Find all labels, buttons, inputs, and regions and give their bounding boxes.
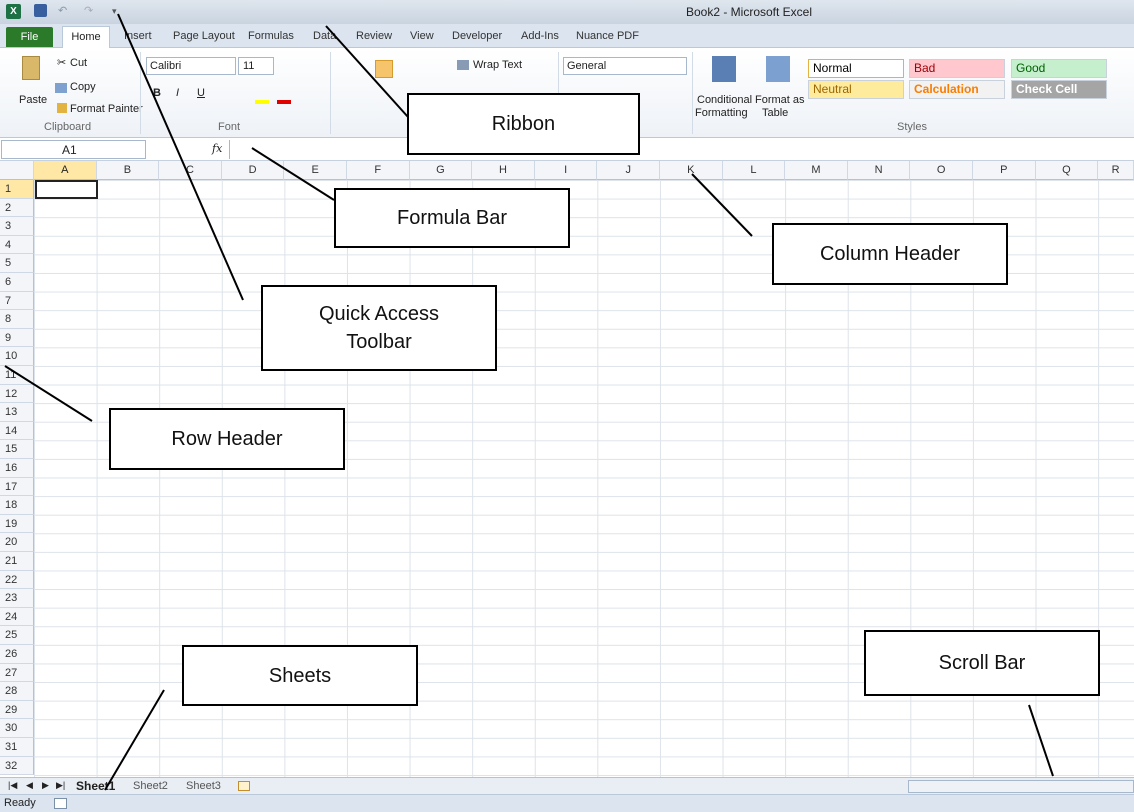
cell-style-check-cell[interactable]: Check Cell	[1011, 80, 1107, 99]
quick-access-line2: Toolbar	[346, 331, 412, 353]
row-header-leader-line	[4, 365, 93, 422]
scroll-bar-leader-line	[1028, 704, 1054, 777]
cell-style-bad[interactable]: Bad	[909, 59, 1005, 78]
formula-bar-leader-line	[251, 147, 335, 201]
quick-access-toolbar-callout: Quick Access Toolbar	[261, 285, 497, 371]
sheets-callout: Sheets	[182, 645, 418, 706]
column-header-leader-line	[691, 173, 753, 237]
row-header-callout: Row Header	[109, 408, 345, 470]
quick-access-leader-line	[117, 13, 244, 301]
cell-style-normal[interactable]: Normal	[808, 59, 904, 78]
sheets-leader-line	[104, 689, 165, 791]
column-header-callout: Column Header	[772, 223, 1008, 285]
cell-style-good[interactable]: Good	[1011, 59, 1107, 78]
ribbon-callout: Ribbon	[407, 93, 640, 155]
formula-bar-callout: Formula Bar	[334, 188, 570, 248]
cell-style-neutral[interactable]: Neutral	[808, 80, 904, 99]
scroll-bar-callout: Scroll Bar	[864, 630, 1100, 696]
ribbon-leader-line	[325, 25, 409, 118]
cell-style-calculation[interactable]: Calculation	[909, 80, 1005, 99]
quick-access-line1: Quick Access	[318, 303, 440, 325]
